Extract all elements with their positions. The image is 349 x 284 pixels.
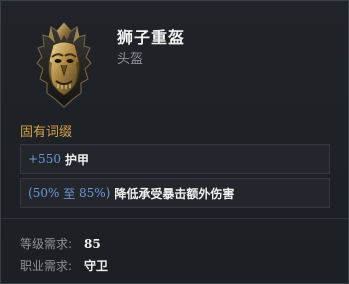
stat-range-separator: 至: [63, 186, 76, 201]
affix-section-title: 固有词缀: [20, 125, 73, 140]
section-divider: [1, 218, 348, 219]
stat-range-max: 85%: [79, 186, 106, 200]
item-header: 狮子重盔 头盔: [1, 1, 348, 109]
level-requirement-label: 等级需求:: [20, 237, 73, 251]
item-name: 狮子重盔: [117, 28, 186, 47]
stat-armor: +550 护甲: [20, 144, 330, 174]
lion-helmet-icon: [36, 22, 92, 108]
stat-armor-value: +550: [28, 152, 61, 166]
stat-crit-reduction-label: 降低承受暴击额外伤害: [114, 186, 235, 201]
class-requirement-label: 职业需求:: [20, 259, 73, 273]
stat-range-min: 50%: [32, 186, 60, 200]
level-requirement: 等级需求: 85: [20, 235, 101, 252]
stat-crit-reduction: (50% 至 85%) 降低承受暴击额外伤害: [20, 178, 330, 208]
level-requirement-value: 85: [84, 237, 101, 251]
item-tooltip: 狮子重盔 头盔 固有词缀 +550 护甲 (50% 至 85%) 降低承受暴击额…: [0, 0, 349, 284]
class-requirement-value: 守卫: [84, 259, 109, 273]
class-requirement: 职业需求: 守卫: [20, 257, 108, 274]
item-type: 头盔: [117, 52, 144, 67]
stat-range-close-paren: ): [105, 186, 111, 200]
stat-armor-label: 护甲: [64, 152, 89, 167]
